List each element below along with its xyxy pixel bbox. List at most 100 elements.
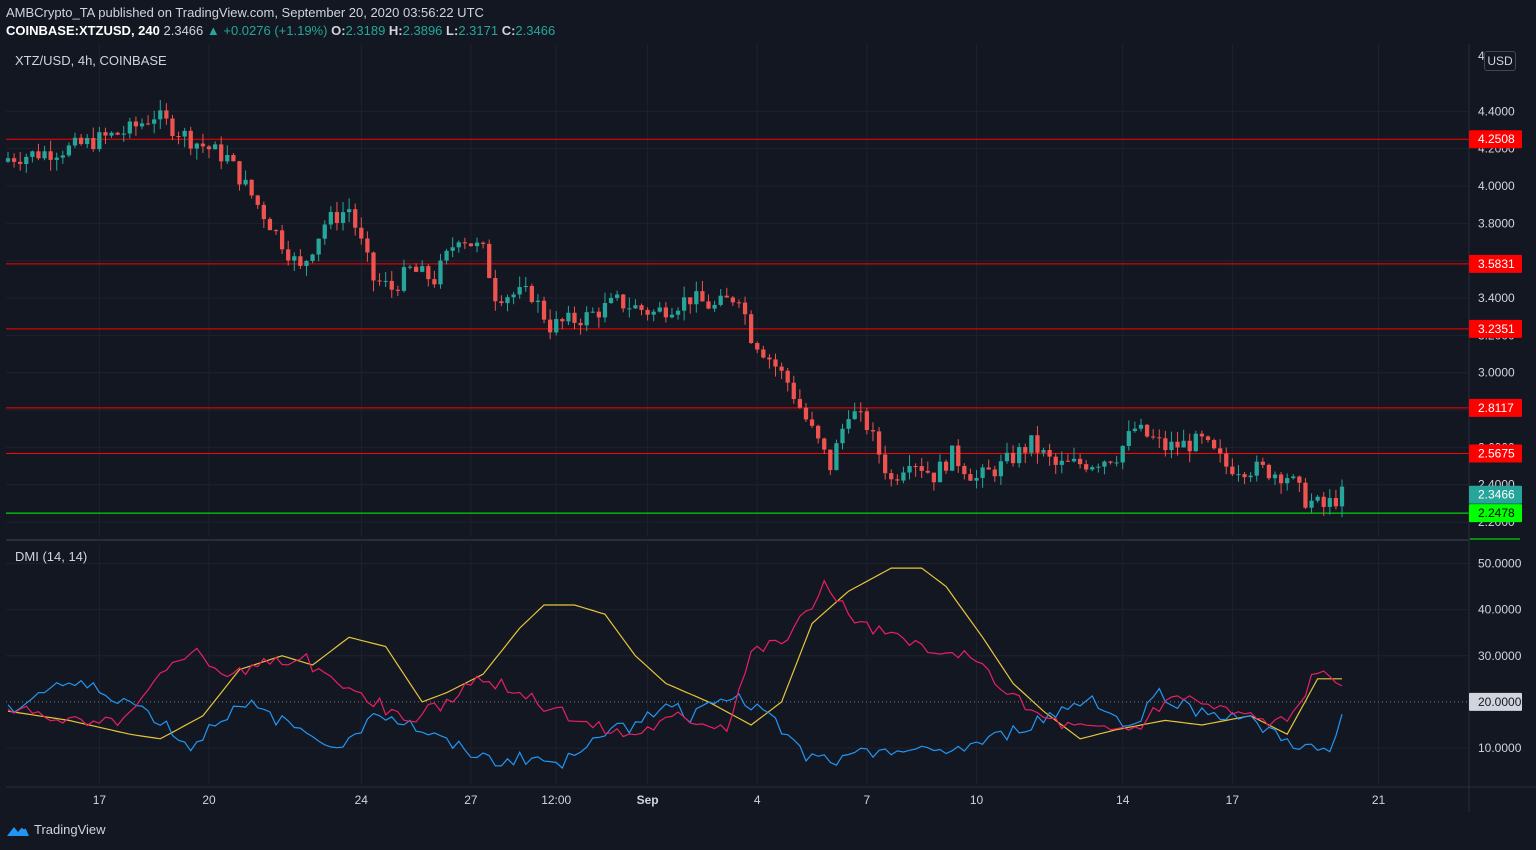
dmi-tick-label: 30.0000 bbox=[1478, 649, 1522, 663]
candle-body bbox=[998, 461, 1004, 477]
candle-body bbox=[663, 307, 668, 318]
candle-body bbox=[1236, 474, 1241, 476]
candle-body bbox=[889, 473, 894, 480]
candle-body bbox=[706, 301, 711, 309]
time-tick-label: 24 bbox=[355, 793, 369, 807]
resistance-level-label: 2.8117 bbox=[1478, 401, 1514, 415]
candle-body bbox=[584, 312, 589, 326]
candle-body bbox=[340, 212, 346, 223]
candle-body bbox=[669, 314, 675, 318]
candle-body bbox=[700, 291, 705, 302]
candle-body bbox=[615, 294, 620, 298]
chart-canvas[interactable]: 44.40004.20004.00003.80003.60003.40003.2… bbox=[0, 0, 1536, 850]
candle-body bbox=[883, 454, 888, 474]
candle-body bbox=[133, 121, 139, 127]
price-tick-label: 4.0000 bbox=[1478, 179, 1515, 193]
candle-body bbox=[639, 305, 644, 310]
candle-body bbox=[200, 143, 206, 147]
candle-body bbox=[1102, 461, 1107, 467]
time-tick-label: 12:00 bbox=[541, 793, 571, 807]
dmi-reference-label: 20.0000 bbox=[1478, 695, 1522, 709]
candle-body bbox=[1138, 424, 1144, 429]
candle-body bbox=[279, 230, 285, 250]
candle-body bbox=[1333, 498, 1339, 507]
candle-body bbox=[962, 466, 967, 475]
candle-body bbox=[797, 399, 803, 408]
support-level-label: 2.2478 bbox=[1478, 506, 1515, 520]
candle-body bbox=[480, 242, 486, 244]
time-tick-label: 21 bbox=[1372, 793, 1386, 807]
candle-body bbox=[974, 477, 979, 481]
candle-body bbox=[1023, 447, 1028, 453]
time-tick-label: 17 bbox=[93, 793, 107, 807]
candle-body bbox=[724, 295, 729, 298]
candle-body bbox=[1187, 440, 1192, 452]
dmi-tick-label: 10.0000 bbox=[1478, 741, 1522, 755]
dmi-adx-line bbox=[7, 567, 1342, 740]
dmi-tick-label: 40.0000 bbox=[1478, 603, 1522, 617]
candle-body bbox=[730, 297, 735, 303]
candle-body bbox=[243, 179, 248, 185]
tradingview-logo-icon bbox=[7, 824, 29, 836]
candle-body bbox=[231, 155, 236, 162]
resistance-level-label: 2.5675 bbox=[1478, 446, 1515, 460]
candle-body bbox=[1266, 464, 1272, 479]
resistance-level-label: 3.2351 bbox=[1478, 322, 1515, 336]
dmi-minus_di-line bbox=[7, 579, 1343, 738]
tradingview-footer[interactable]: TradingView bbox=[6, 822, 106, 837]
candle-body bbox=[742, 302, 748, 315]
candle-body bbox=[1029, 435, 1034, 453]
candle-body bbox=[986, 467, 991, 470]
candle-body bbox=[1126, 431, 1131, 446]
time-tick-label: Sep bbox=[637, 793, 659, 807]
candle-body bbox=[1090, 467, 1095, 470]
candle-body bbox=[627, 308, 632, 310]
time-tick-label: 7 bbox=[864, 793, 871, 807]
candle-body bbox=[1035, 435, 1040, 453]
dmi-pane-title: DMI (14, 14) bbox=[15, 549, 88, 564]
candle-body bbox=[499, 301, 504, 304]
candle-body bbox=[1047, 449, 1052, 457]
currency-badge[interactable]: USD bbox=[1484, 51, 1516, 71]
price-pane-title: XTZ/USD, 4h, COINBASE bbox=[15, 53, 167, 68]
candle-body bbox=[292, 256, 297, 261]
candle-body bbox=[633, 305, 638, 309]
time-tick-label: 10 bbox=[970, 793, 984, 807]
candle-body bbox=[432, 279, 437, 285]
candle-body bbox=[523, 285, 528, 288]
candle-body bbox=[1010, 452, 1016, 464]
candle-body bbox=[267, 219, 273, 231]
candle-body bbox=[24, 156, 29, 165]
candle-body bbox=[18, 161, 23, 165]
candle-body bbox=[547, 319, 553, 333]
candle-body bbox=[1163, 438, 1168, 451]
candle-body bbox=[1248, 475, 1253, 478]
candle-body bbox=[60, 155, 65, 158]
candle-body bbox=[1285, 478, 1290, 484]
candle-body bbox=[931, 472, 937, 483]
dmi-tick-label: 50.0000 bbox=[1478, 556, 1522, 570]
candle-body bbox=[188, 130, 193, 149]
candle-body bbox=[645, 309, 650, 315]
candle-body bbox=[682, 297, 687, 311]
candle-body bbox=[560, 319, 565, 322]
candle-body bbox=[115, 132, 120, 135]
candle-body bbox=[1254, 461, 1259, 476]
candle-body bbox=[1278, 474, 1284, 484]
candle-body bbox=[1242, 474, 1247, 478]
candle-body bbox=[1114, 462, 1119, 464]
candle-body bbox=[895, 479, 900, 481]
candle-body bbox=[249, 179, 254, 196]
candle-body bbox=[420, 266, 425, 272]
candle-body bbox=[1065, 460, 1071, 462]
candle-body bbox=[1108, 461, 1113, 463]
candle-body bbox=[517, 287, 522, 295]
candle-body bbox=[413, 266, 419, 272]
candle-body bbox=[876, 431, 882, 455]
candle-body bbox=[1260, 461, 1265, 465]
candle-body bbox=[590, 311, 595, 313]
time-tick-label: 17 bbox=[1226, 793, 1240, 807]
candle-body bbox=[487, 243, 492, 278]
candle-body bbox=[54, 157, 59, 160]
candle-body bbox=[395, 289, 400, 291]
